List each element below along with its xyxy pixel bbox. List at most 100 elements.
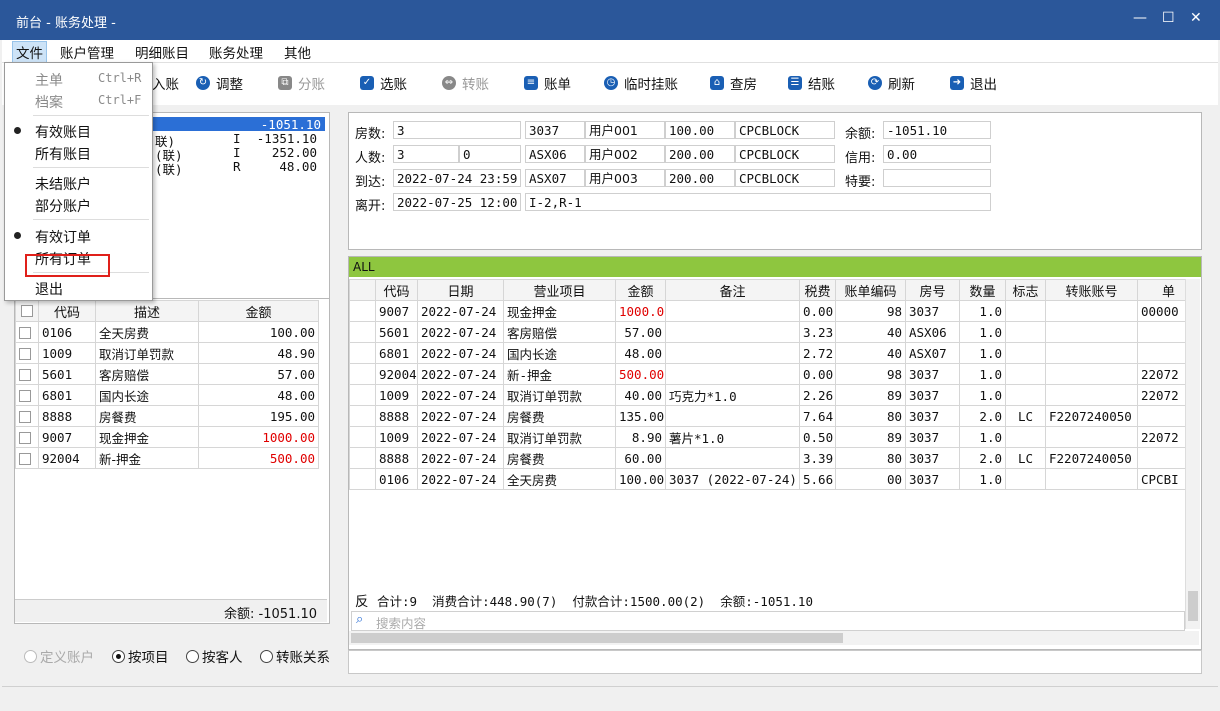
credit-field[interactable]: 0.00 [883,145,991,163]
col-header[interactable]: 单 [1137,279,1185,301]
row-checkbox[interactable] [15,384,39,406]
subaccount-amount[interactable]: 100.00 [665,121,735,139]
menu-item-exit[interactable]: 退出 [5,276,152,298]
menu-accounting[interactable]: 账务处理 [209,42,263,62]
balance-field[interactable]: -1051.10 [883,121,991,139]
table-row[interactable]: 5601 2022-07-24 客房赔偿 57.00 3.23 40 ASX06 1.0 [349,321,1185,343]
persons2-field[interactable]: 0 [459,145,521,163]
radio-transfer-relation[interactable]: 转账关系 [260,646,330,666]
scrollbar-thumb[interactable] [1188,591,1198,621]
col-header[interactable]: 账单编码 [835,279,906,301]
search-box[interactable]: ⌕ 搜索内容 [351,611,1185,631]
menu-item-unsettled-accounts[interactable]: 未结账户 [5,171,152,193]
subaccount-user[interactable]: 用户003 [585,169,665,187]
table-row[interactable]: 92004 2022-07-24 新-押金 500.00 0.00 98 3037 1.0 22… [349,363,1185,385]
arrive-field[interactable]: 2022-07-24 23:59 [393,169,521,187]
maximize-button[interactable]: ☐ [1162,10,1175,26]
room-code-field[interactable]: I-2,R-1 [525,193,991,211]
table-row[interactable]: 6801 国内长途 48.00 [15,384,319,406]
table-row[interactable]: 9007 现金押金 1000.00 [15,426,319,448]
depart-field[interactable]: 2022-07-25 12:00 [393,193,521,211]
table-row[interactable]: 0106 全天房费 100.00 [15,321,319,343]
col-header[interactable]: 营业项目 [503,279,616,301]
table-row[interactable]: 8888 2022-07-24 房餐费 135.00 7.64 80 3037 2.0 LC F2… [349,405,1185,427]
cell: 客房赔偿 [503,321,616,343]
hscrollbar-thumb[interactable] [351,633,843,643]
search-input[interactable]: 搜索内容 [376,613,426,632]
bill-button[interactable]: ≡ 账单 [524,73,571,93]
menu-account-management[interactable]: 账户管理 [60,42,114,62]
post-button[interactable]: 入账 [152,73,179,93]
subaccount-code[interactable]: CPCBLOCK [735,169,835,187]
subaccount-amount[interactable]: 200.00 [665,145,735,163]
subaccount-code[interactable]: CPCBLOCK [735,145,835,163]
col-header[interactable]: 标志 [1005,279,1046,301]
radio-by-item[interactable]: 按项目 [112,646,169,666]
col-code[interactable]: 代码 [38,300,96,322]
menu-item-archive[interactable]: 档案 Ctrl+F [5,89,152,111]
menu-file[interactable]: 文件 [12,41,47,63]
minimize-button[interactable]: — [1133,10,1147,26]
table-row[interactable]: 92004 新-押金 500.00 [15,447,319,469]
table-row[interactable]: 1009 2022-07-24 取消订单罚款 40.00 巧克力*1.0 2.26 89 30… [349,384,1185,406]
subaccount-user[interactable]: 用户001 [585,121,665,139]
menu-item-valid-entries[interactable]: 有效账目 [5,119,152,141]
subaccount-room[interactable]: ASX06 [525,145,585,163]
col-amount[interactable]: 金额 [198,300,319,322]
row-checkbox[interactable] [15,342,39,364]
col-header[interactable]: 房号 [905,279,960,301]
subaccount-code[interactable]: CPCBLOCK [735,121,835,139]
col-desc[interactable]: 描述 [95,300,199,322]
subaccount-room[interactable]: ASX07 [525,169,585,187]
adjust-button[interactable]: ↻ 调整 [196,73,243,93]
col-header[interactable]: 备注 [665,279,800,301]
refresh-button[interactable]: ⟳ 刷新 [868,73,915,93]
subaccount-room[interactable]: 3037 [525,121,585,139]
select-account-button[interactable]: ✓ 选账 [360,73,407,93]
row-checkbox[interactable] [15,426,39,448]
persons-field[interactable]: 3 [393,145,459,163]
split-button[interactable]: ⧉ 分账 [278,73,325,93]
col-header[interactable]: 数量 [959,279,1006,301]
radio-custom-account[interactable]: 定义账户 [24,646,94,666]
col-header[interactable]: 税费 [799,279,836,301]
row-checkbox[interactable] [15,447,39,469]
table-row[interactable]: 5601 客房赔偿 57.00 [15,363,319,385]
rooms-field[interactable]: 3 [393,121,521,139]
select-all-checkbox[interactable] [15,300,39,322]
col-header[interactable]: 金额 [615,279,666,301]
col-header[interactable]: 转账账号 [1045,279,1138,301]
table-row[interactable]: 6801 2022-07-24 国内长途 48.00 2.72 40 ASX07 1.0 [349,342,1185,364]
transfer-button[interactable]: ⇔ 转账 [442,73,489,93]
subaccount-user[interactable]: 用户002 [585,145,665,163]
horizontal-scrollbar[interactable] [349,631,1199,645]
menu-item-main-bill[interactable]: 主单 Ctrl+R [5,67,152,89]
menu-item-partial-accounts[interactable]: 部分账户 [5,193,152,215]
menu-other[interactable]: 其他 [284,42,311,62]
temp-ledger-button[interactable]: ◷ 临时挂账 [604,73,678,93]
row-checkbox[interactable] [15,321,39,343]
table-row[interactable]: 1009 取消订单罚款 48.90 [15,342,319,364]
col-header[interactable]: 日期 [417,279,504,301]
menu-item-valid-orders[interactable]: 有效订单 [5,224,152,246]
col-header[interactable]: 代码 [375,279,418,301]
table-row[interactable]: 90072022-07-24现金押金1000.00 0.009830371.0 00… [349,300,1185,322]
vertical-scrollbar[interactable] [1185,279,1200,629]
table-row[interactable]: 8888 房餐费 195.00 [15,405,319,427]
exit-button[interactable]: ➜ 退出 [950,73,997,93]
row-checkbox[interactable] [15,405,39,427]
menu-detail-items[interactable]: 明细账目 [135,42,189,62]
subaccount-amount[interactable]: 200.00 [665,169,735,187]
reverse-label[interactable]: 反 [355,590,369,610]
menu-item-all-entries[interactable]: 所有账目 [5,141,152,163]
table-row[interactable]: 0106 2022-07-24 全天房费 100.00 3037 (2022-07-24… [349,468,1185,490]
table-row[interactable]: 1009 2022-07-24 取消订单罚款 8.90 薯片*1.0 0.50 89 3037… [349,426,1185,448]
cell-code: 0106 [38,321,96,343]
special-field[interactable] [883,169,991,187]
checkout-button[interactable]: ☰ 结账 [788,73,835,93]
close-button[interactable]: ✕ [1190,10,1202,26]
row-checkbox[interactable] [15,363,39,385]
table-row[interactable]: 8888 2022-07-24 房餐费 60.00 3.39 80 3037 2.0 LC F22… [349,447,1185,469]
radio-by-guest[interactable]: 按客人 [186,646,243,666]
check-room-button[interactable]: ⌂ 查房 [710,73,757,93]
